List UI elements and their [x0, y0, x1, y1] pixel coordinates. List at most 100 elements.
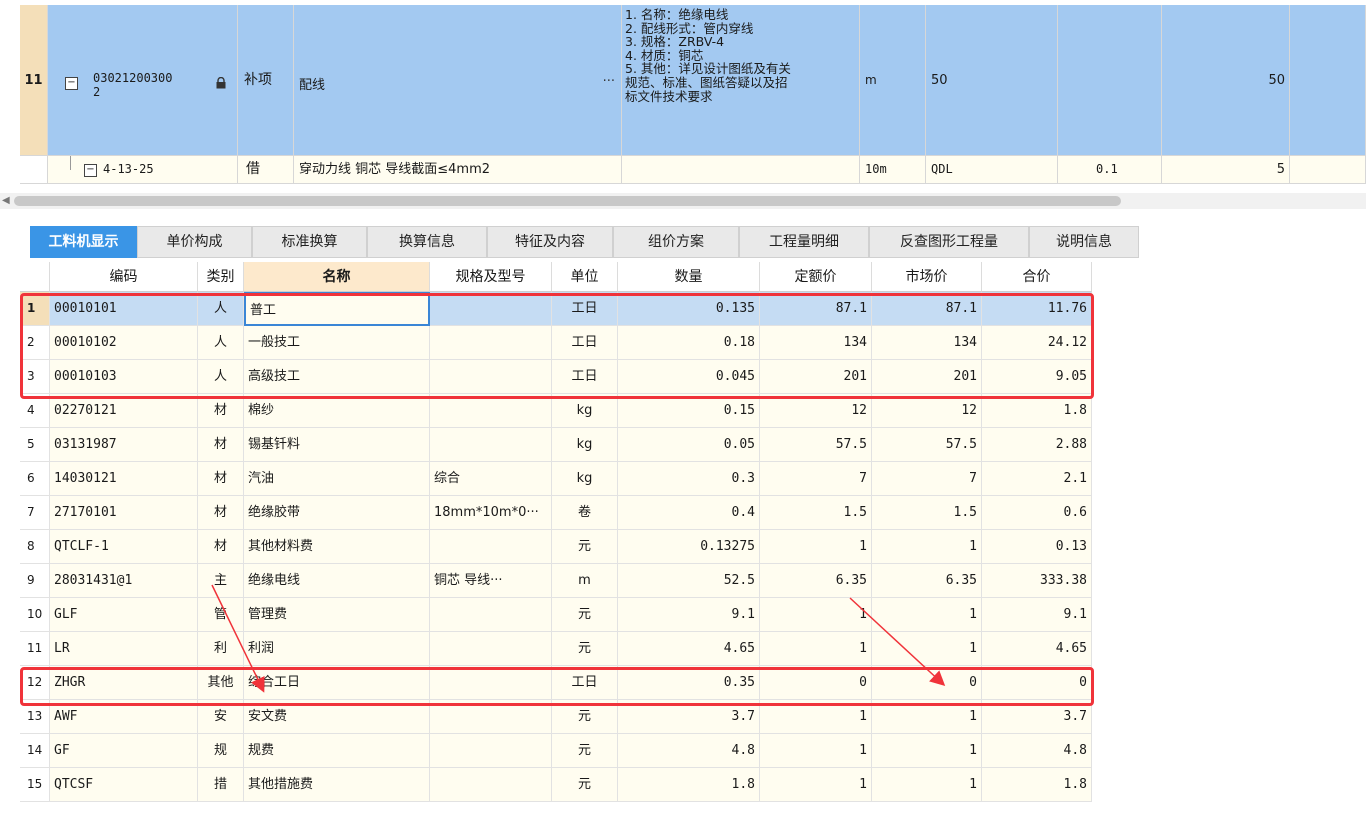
qty-expression[interactable]: 50 [926, 5, 1058, 156]
cell-base[interactable]: 1 [760, 598, 872, 632]
cell-total[interactable]: 1.8 [982, 768, 1092, 802]
cell-total[interactable]: 0.6 [982, 496, 1092, 530]
cell-total[interactable]: 11.76 [982, 292, 1092, 326]
item-name-cell[interactable]: 配线 ··· [294, 5, 622, 156]
scroll-left-icon[interactable]: ◀ [2, 195, 10, 206]
cell-name[interactable]: 利润 [244, 632, 430, 666]
cell-code[interactable]: 28031431@1 [50, 564, 198, 598]
tab-1[interactable]: 单价构成 [137, 226, 252, 258]
cell-total[interactable]: 2.88 [982, 428, 1092, 462]
cell-unit[interactable]: kg [552, 394, 618, 428]
cell-total[interactable]: 2.1 [982, 462, 1092, 496]
cell-code[interactable]: QTCLF-1 [50, 530, 198, 564]
cell-cat[interactable]: 人 [198, 326, 244, 360]
tab-6[interactable]: 工程量明细 [739, 226, 869, 258]
cell-qty[interactable]: 0.35 [618, 666, 760, 700]
cell-total[interactable]: 9.1 [982, 598, 1092, 632]
column-header-spec[interactable]: 规格及型号 [430, 262, 552, 292]
cell-code[interactable]: 00010103 [50, 360, 198, 394]
cell-code[interactable]: AWF [50, 700, 198, 734]
cell-market[interactable]: 1 [872, 768, 982, 802]
sub-quantity[interactable]: 5 [1162, 156, 1290, 184]
cell-market[interactable]: 87.1 [872, 292, 982, 326]
cell-qty[interactable]: 4.65 [618, 632, 760, 666]
cell-cat[interactable]: 利 [198, 632, 244, 666]
collapse-toggle-icon[interactable]: − [84, 164, 97, 177]
cell-unit[interactable]: 工日 [552, 292, 618, 326]
cell-unit[interactable]: 元 [552, 734, 618, 768]
cell-cat[interactable]: 安 [198, 700, 244, 734]
cell-base[interactable]: 134 [760, 326, 872, 360]
sub-name[interactable]: 穿动力线 铜芯 导线截面≤4mm2 [294, 156, 622, 184]
cell-unit[interactable]: 元 [552, 768, 618, 802]
column-header-name[interactable]: 名称 [244, 262, 430, 292]
cell-spec[interactable] [430, 734, 552, 768]
cell-code[interactable]: 14030121 [50, 462, 198, 496]
cell-cat[interactable]: 材 [198, 496, 244, 530]
cell-unit[interactable]: kg [552, 462, 618, 496]
cell-market[interactable]: 0 [872, 666, 982, 700]
cell-market[interactable]: 7 [872, 462, 982, 496]
cell-code[interactable]: ZHGR [50, 666, 198, 700]
cell-market[interactable]: 6.35 [872, 564, 982, 598]
cell-base[interactable]: 1 [760, 734, 872, 768]
tab-7[interactable]: 反查图形工程量 [869, 226, 1029, 258]
cell-spec[interactable]: 综合 [430, 462, 552, 496]
tab-0[interactable]: 工料机显示 [30, 226, 137, 258]
tab-4[interactable]: 特征及内容 [487, 226, 613, 258]
cell-qty[interactable]: 0.18 [618, 326, 760, 360]
sub-coef[interactable]: 0.1 [1058, 156, 1162, 184]
cell-code[interactable]: 00010102 [50, 326, 198, 360]
cell-spec[interactable] [430, 700, 552, 734]
cell-spec[interactable]: 铜芯 导线··· [430, 564, 552, 598]
cell-cat[interactable]: 材 [198, 530, 244, 564]
feature-cell[interactable] [622, 156, 860, 184]
cell-market[interactable]: 1 [872, 530, 982, 564]
cell-market[interactable]: 134 [872, 326, 982, 360]
cell-qty[interactable]: 1.8 [618, 768, 760, 802]
cell-base[interactable]: 201 [760, 360, 872, 394]
cell-cat[interactable]: 材 [198, 462, 244, 496]
cell-name[interactable]: 绝缘电线 [244, 564, 430, 598]
cell-code[interactable]: 00010101 [50, 292, 198, 326]
cell-market[interactable]: 1 [872, 734, 982, 768]
cell-unit[interactable]: 卷 [552, 496, 618, 530]
tab-2[interactable]: 标准换算 [252, 226, 367, 258]
cell-name[interactable]: 一般技工 [244, 326, 430, 360]
feature-cell[interactable]: 1. 名称：绝缘电线 2. 配线形式：管内穿线 3. 规格：ZRBV-4 4. 材质：… [622, 5, 860, 156]
tab-8[interactable]: 说明信息 [1029, 226, 1139, 258]
cell-code[interactable]: GLF [50, 598, 198, 632]
cell-spec[interactable] [430, 292, 552, 326]
cell-total[interactable]: 0.13 [982, 530, 1092, 564]
column-header-market[interactable]: 市场价 [872, 262, 982, 292]
cell-qty[interactable]: 52.5 [618, 564, 760, 598]
column-header-qty[interactable]: 数量 [618, 262, 760, 292]
horizontal-scrollbar[interactable]: ◀ [0, 193, 1366, 209]
cell-qty[interactable]: 9.1 [618, 598, 760, 632]
cell-name[interactable]: 其他材料费 [244, 530, 430, 564]
sub-expression[interactable]: QDL [926, 156, 1058, 184]
cell-spec[interactable]: 18mm*10m*0··· [430, 496, 552, 530]
cell-name[interactable]: 管理费 [244, 598, 430, 632]
cell-cat[interactable]: 材 [198, 428, 244, 462]
cell-unit[interactable]: 工日 [552, 666, 618, 700]
cell-total[interactable]: 24.12 [982, 326, 1092, 360]
cell-base[interactable]: 12 [760, 394, 872, 428]
cell-code[interactable]: 02270121 [50, 394, 198, 428]
cell-base[interactable]: 1.5 [760, 496, 872, 530]
cell-cat[interactable]: 材 [198, 394, 244, 428]
cell-market[interactable]: 1 [872, 598, 982, 632]
cell-market[interactable]: 57.5 [872, 428, 982, 462]
cell-name[interactable]: 其他措施费 [244, 768, 430, 802]
tab-5[interactable]: 组价方案 [613, 226, 739, 258]
cell-market[interactable]: 201 [872, 360, 982, 394]
cell-name[interactable]: 普工 [244, 292, 430, 326]
cell-base[interactable]: 7 [760, 462, 872, 496]
cell-base[interactable]: 57.5 [760, 428, 872, 462]
cell-base[interactable]: 1 [760, 768, 872, 802]
cell-cat[interactable]: 措 [198, 768, 244, 802]
cell-base[interactable]: 87.1 [760, 292, 872, 326]
cell-spec[interactable] [430, 598, 552, 632]
cell-name[interactable]: 规费 [244, 734, 430, 768]
cell-market[interactable]: 12 [872, 394, 982, 428]
